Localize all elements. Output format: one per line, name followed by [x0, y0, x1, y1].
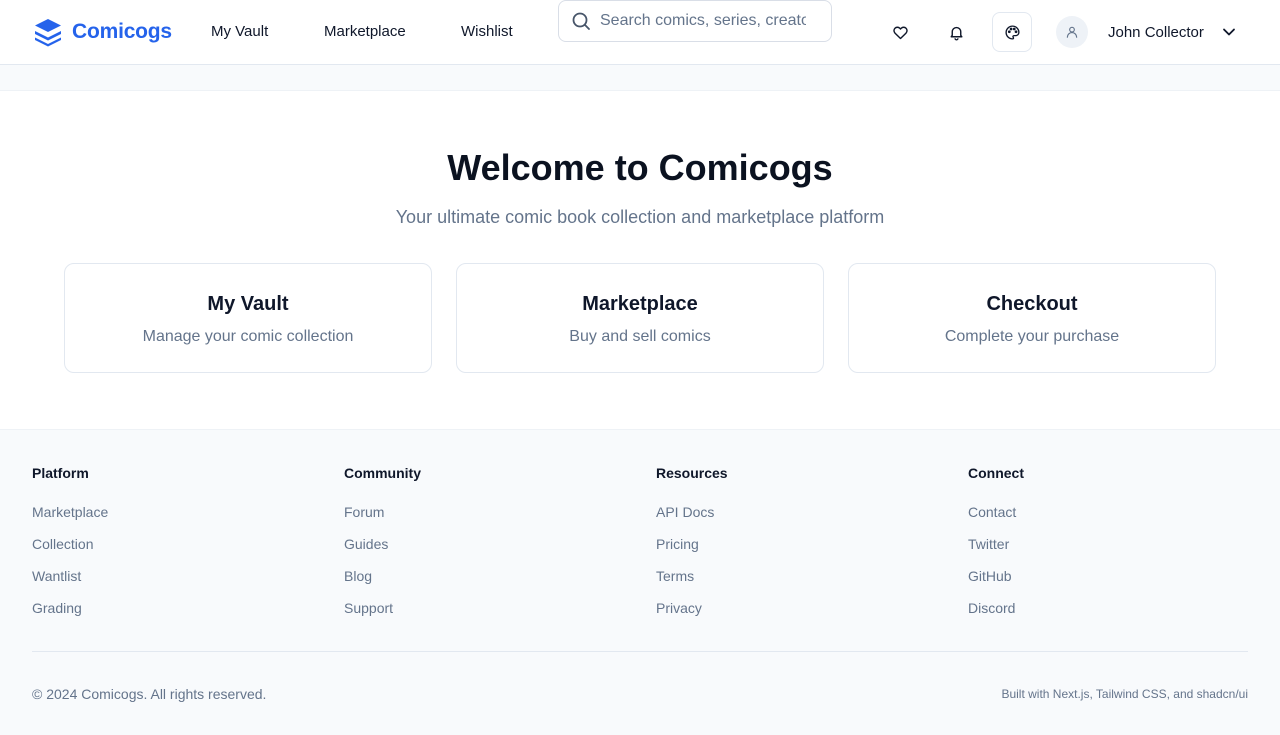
search-icon [572, 12, 590, 30]
page-title: Welcome to Comicogs [447, 147, 833, 188]
footer-link-discord[interactable]: Discord [968, 600, 1015, 616]
palette-icon [1004, 24, 1020, 40]
card-my-vault[interactable]: My Vault Manage your comic collection [64, 263, 432, 373]
footer-link-blog[interactable]: Blog [344, 568, 372, 584]
footer-link-wantlist[interactable]: Wantlist [32, 568, 81, 584]
footer-link-pricing[interactable]: Pricing [656, 536, 699, 552]
card-description: Buy and sell comics [569, 328, 711, 345]
copyright-text: © 2024 Comicogs. All rights reserved. [32, 686, 267, 702]
built-with-text: Built with Next.js, Tailwind CSS, and sh… [1001, 687, 1248, 701]
footer-column-resources: Resources API Docs Pricing Terms Privacy [656, 464, 936, 631]
footer-link-support[interactable]: Support [344, 600, 393, 616]
footer-link-privacy[interactable]: Privacy [656, 600, 702, 616]
layers-logo-icon [35, 19, 61, 47]
site-footer: Platform Marketplace Collection Wantlist… [0, 429, 1280, 735]
user-name: John Collector [1108, 23, 1204, 41]
header-band [0, 65, 1280, 91]
footer-column-platform: Platform Marketplace Collection Wantlist… [32, 464, 312, 631]
user-icon [1066, 26, 1078, 38]
card-title: Marketplace [582, 293, 698, 315]
wishlist-button[interactable] [880, 12, 920, 52]
footer-link-terms[interactable]: Terms [656, 568, 694, 584]
card-description: Manage your comic collection [142, 328, 354, 345]
footer-link-twitter[interactable]: Twitter [968, 536, 1009, 552]
heart-icon [892, 26, 908, 39]
search-input[interactable] [600, 12, 806, 30]
nav-my-vault[interactable]: My Vault [211, 22, 268, 42]
card-checkout[interactable]: Checkout Complete your purchase [848, 263, 1216, 373]
footer-column-connect: Connect Contact Twitter GitHub Discord [968, 464, 1248, 631]
bell-icon [949, 26, 963, 40]
avatar [1056, 16, 1088, 48]
card-description: Complete your purchase [944, 328, 1120, 345]
footer-link-marketplace[interactable]: Marketplace [32, 504, 108, 520]
chevron-down-icon [1222, 28, 1235, 36]
nav-wishlist[interactable]: Wishlist [461, 22, 513, 42]
footer-column-title: Resources [656, 465, 728, 481]
footer-column-community: Community Forum Guides Blog Support [344, 464, 624, 631]
brand-name: Comicogs [72, 20, 172, 43]
nav-marketplace[interactable]: Marketplace [324, 22, 406, 42]
footer-divider [32, 651, 1248, 652]
notifications-button[interactable] [936, 12, 976, 52]
user-menu[interactable]: John Collector [1056, 16, 1237, 48]
brand-logo-link[interactable]: Comicogs [33, 17, 172, 47]
footer-link-grading[interactable]: Grading [32, 600, 82, 616]
footer-link-github[interactable]: GitHub [968, 568, 1012, 584]
footer-link-guides[interactable]: Guides [344, 536, 388, 552]
theme-button[interactable] [992, 12, 1032, 52]
footer-column-title: Connect [968, 465, 1024, 481]
card-marketplace[interactable]: Marketplace Buy and sell comics [456, 263, 824, 373]
footer-link-forum[interactable]: Forum [344, 504, 384, 520]
card-title: Checkout [986, 293, 1078, 315]
site-header: Comicogs My Vault Marketplace Wishlist J… [0, 0, 1280, 65]
footer-link-api-docs[interactable]: API Docs [656, 504, 714, 520]
footer-link-collection[interactable]: Collection [32, 536, 93, 552]
footer-column-title: Community [344, 465, 421, 481]
card-title: My Vault [207, 293, 289, 315]
page-subtitle: Your ultimate comic book collection and … [395, 207, 885, 227]
footer-column-title: Platform [32, 465, 89, 481]
search-box [558, 0, 832, 42]
footer-link-contact[interactable]: Contact [968, 504, 1016, 520]
